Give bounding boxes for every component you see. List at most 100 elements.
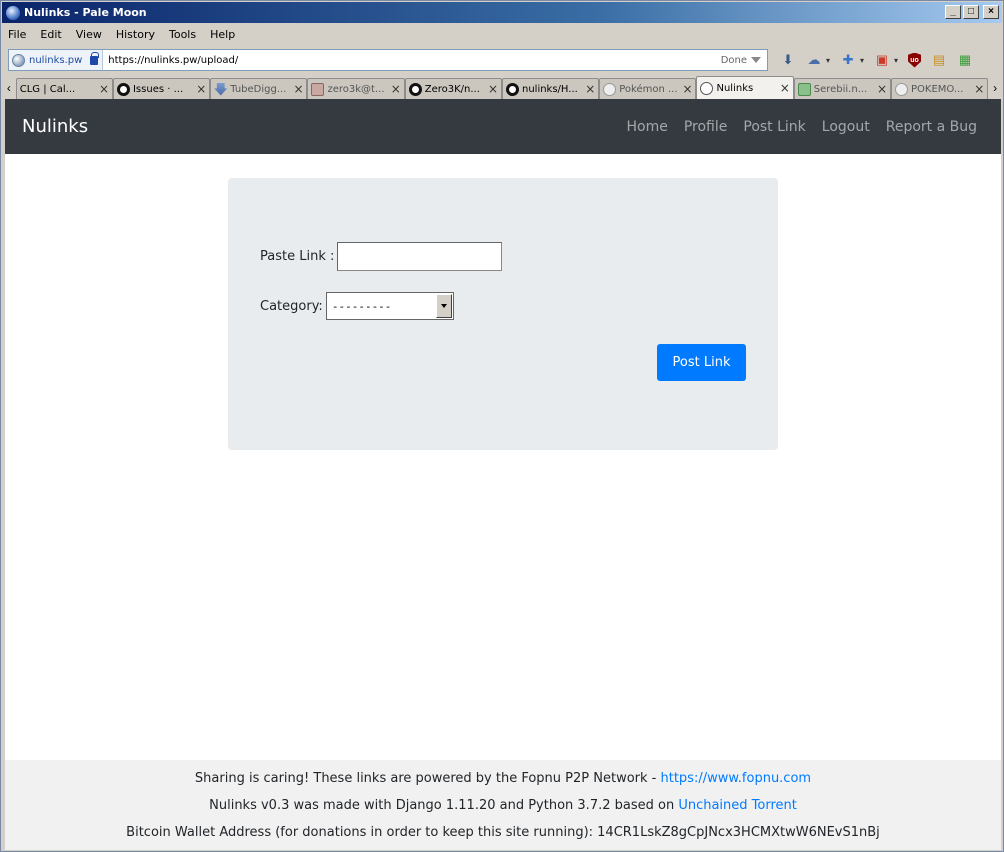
title-bar: Nulinks - Pale Moon _ □ × <box>2 2 1002 23</box>
tab-label: zero3k@t... <box>327 83 385 95</box>
mail-icon <box>311 82 325 96</box>
tab-close-icon[interactable]: × <box>196 82 206 96</box>
tab-zero3k-repo[interactable]: Zero3K/n... × <box>404 78 502 99</box>
paste-link-row: Paste Link : <box>260 242 503 271</box>
sidebar-icon[interactable]: ▦ <box>957 52 973 68</box>
nav-profile[interactable]: Profile <box>684 119 728 135</box>
tab-close-icon[interactable]: × <box>877 82 887 96</box>
notes-icon[interactable]: ▤ <box>931 52 947 68</box>
toolbar-icons: ⬇ ☁ ▾ ✚ ▾ ▣ ▾ uo ▤ ▦ <box>780 52 973 68</box>
tab-serebii[interactable]: Serebii.n... × <box>793 78 891 99</box>
tab-tubedigger[interactable]: TubeDigg... × <box>210 78 308 99</box>
chevron-down-icon[interactable] <box>435 294 452 318</box>
unchained-torrent-link[interactable]: Unchained Torrent <box>678 798 797 813</box>
menu-history[interactable]: History <box>116 28 155 41</box>
tab-label: POKEMO... <box>910 83 964 95</box>
site-brand[interactable]: Nulinks <box>22 116 88 137</box>
wiki-icon <box>603 82 617 96</box>
extension-icon[interactable]: ▣ <box>874 52 890 68</box>
site-navbar: Nulinks Home Profile Post Link Logout Re… <box>5 99 1001 154</box>
menu-help[interactable]: Help <box>210 28 235 41</box>
menu-file[interactable]: File <box>8 28 26 41</box>
sync-dropdown-icon[interactable]: ▾ <box>826 56 830 65</box>
post-link-form: Paste Link : Category: --------- Post Li… <box>228 178 778 450</box>
tab-close-icon[interactable]: × <box>585 82 595 96</box>
url-bar[interactable]: nulinks.pw https://nulinks.pw/upload/ Do… <box>8 49 768 71</box>
maximize-button[interactable]: □ <box>963 5 979 19</box>
tab-close-icon[interactable]: × <box>974 82 984 96</box>
tab-label: CLG | Cal... <box>19 83 76 95</box>
bitcoin-wallet-text: Bitcoin Wallet Address (for donations in… <box>126 825 880 840</box>
menu-edit[interactable]: Edit <box>40 28 61 41</box>
page-content: Nulinks Home Profile Post Link Logout Re… <box>5 99 1001 850</box>
tab-label: Zero3K/n... <box>424 83 480 95</box>
window-title: Nulinks - Pale Moon <box>24 6 147 19</box>
footer-text-1: Sharing is caring! These links are power… <box>194 771 661 786</box>
menu-tools[interactable]: Tools <box>169 28 196 41</box>
browser-window: Nulinks - Pale Moon _ □ × File Edit View… <box>0 0 1004 852</box>
url-input[interactable]: https://nulinks.pw/upload/ <box>108 55 720 66</box>
navigation-toolbar: nulinks.pw https://nulinks.pw/upload/ Do… <box>2 46 1002 74</box>
footer-line-2: Nulinks v0.3 was made with Django 1.11.2… <box>5 792 1001 819</box>
fopnu-link[interactable]: https://www.fopnu.com <box>660 771 811 786</box>
globe-icon <box>12 53 25 67</box>
nav-logout[interactable]: Logout <box>822 119 870 135</box>
footer-text-2: Nulinks v0.3 was made with Django 1.11.2… <box>209 798 679 813</box>
tab-pokemon[interactable]: Pokémon ... × <box>599 78 697 99</box>
tab-label: TubeDigg... <box>230 83 287 95</box>
github-icon <box>116 82 130 96</box>
paste-link-label: Paste Link : <box>260 249 335 264</box>
category-select[interactable]: --------- <box>325 292 454 320</box>
serebii-icon <box>797 82 811 96</box>
tab-strip: ‹ CLG | Cal... × Issues · ... × TubeDigg… <box>2 75 1002 99</box>
nav-home[interactable]: Home <box>627 119 668 135</box>
addons-dropdown-icon[interactable]: ▾ <box>860 56 864 65</box>
post-link-button[interactable]: Post Link <box>657 344 746 381</box>
url-dropdown-icon[interactable] <box>751 57 761 63</box>
close-window-button[interactable]: × <box>983 5 999 19</box>
nav-report-bug[interactable]: Report a Bug <box>886 119 977 135</box>
tab-close-icon[interactable]: × <box>293 82 303 96</box>
category-selected-value: --------- <box>331 299 392 313</box>
globe-icon <box>700 81 714 95</box>
addons-icon[interactable]: ✚ <box>840 52 856 68</box>
menu-bar: File Edit View History Tools Help <box>2 24 1002 45</box>
download-arrow-icon <box>214 82 228 96</box>
pale-moon-icon <box>6 5 20 20</box>
footer-line-3: Bitcoin Wallet Address (for donations in… <box>5 819 1001 846</box>
tab-nulinks-active[interactable]: Nulinks × <box>696 76 794 99</box>
tab-nulinks-repo[interactable]: nulinks/H... × <box>501 78 600 99</box>
site-footer: Sharing is caring! These links are power… <box>5 760 1001 850</box>
tab-label: Serebii.n... <box>813 83 868 95</box>
tab-clg[interactable]: CLG | Cal... × <box>15 78 113 99</box>
footer-line-1: Sharing is caring! These links are power… <box>5 765 1001 792</box>
tab-close-icon[interactable]: × <box>99 82 109 96</box>
paste-link-input[interactable] <box>337 242 503 271</box>
ublock-icon[interactable]: uo <box>908 52 922 68</box>
tab-label: Pokémon ... <box>619 83 678 95</box>
nav-post-link[interactable]: Post Link <box>743 119 805 135</box>
sync-icon[interactable]: ☁ <box>806 52 822 68</box>
tab-scroll-left-icon[interactable]: ‹ <box>2 77 16 99</box>
tab-close-icon[interactable]: × <box>391 82 401 96</box>
tab-close-icon[interactable]: × <box>780 81 790 95</box>
tab-issues[interactable]: Issues · ... × <box>112 78 211 99</box>
tab-zero3k-mail[interactable]: zero3k@t... × <box>307 78 405 99</box>
identity-domain: nulinks.pw <box>29 54 83 66</box>
site-nav-links: Home Profile Post Link Logout Report a B… <box>627 119 978 135</box>
tab-pokemon-2[interactable]: POKEMO... × <box>890 78 989 99</box>
tab-scroll-right-icon[interactable]: › <box>988 77 1002 99</box>
extension-dropdown-icon[interactable]: ▾ <box>894 56 898 65</box>
category-label: Category: <box>260 298 323 314</box>
category-row: Category: --------- <box>260 292 454 320</box>
window-controls: _ □ × <box>945 5 999 19</box>
tab-label: Issues · ... <box>132 83 184 95</box>
tab-close-icon[interactable]: × <box>682 82 692 96</box>
minimize-button[interactable]: _ <box>945 5 961 19</box>
tab-close-icon[interactable]: × <box>488 82 498 96</box>
menu-view[interactable]: View <box>76 28 102 41</box>
download-icon[interactable]: ⬇ <box>780 52 796 68</box>
site-identity-button[interactable]: nulinks.pw <box>9 50 104 70</box>
github-icon <box>408 82 422 96</box>
wiki-icon <box>894 82 908 96</box>
